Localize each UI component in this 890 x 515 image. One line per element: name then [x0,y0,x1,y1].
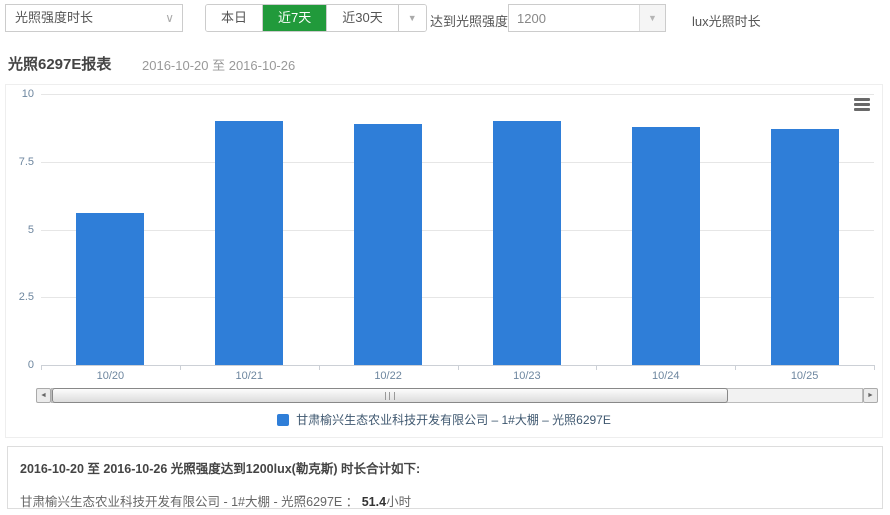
threshold-dropdown-arrow[interactable]: ▼ [639,5,665,31]
y-gridline [41,94,874,95]
bar-10/22[interactable] [354,124,422,365]
scrollbar-left-arrow-icon[interactable]: ◄ [36,388,51,403]
scrollbar-right-arrow-icon[interactable]: ► [863,388,878,403]
x-axis-tick-label: 10/22 [348,370,428,382]
threshold-input[interactable] [509,5,639,31]
summary-total-hours: 51.4 [362,495,386,509]
unit-label: lux光照时长 [692,11,761,30]
summary-heading: 2016-10-20 至 2016-10-26 光照强度达到1200lux(勒克… [20,458,870,477]
legend-label: 甘肃榆兴生态农业科技开发有限公司 – 1#大棚 – 光照6297E [296,411,611,428]
x-axis-line [41,365,874,366]
bar-chart: 0 2.5 5 7.5 10 10/20 10/21 10/22 10/23 10/24 10/25… [5,84,883,438]
caret-down-icon: ▼ [648,13,657,23]
date-range: 2016-10-20 至 2016-10-26 [142,55,295,74]
x-axis-tick-label: 10/23 [487,370,567,382]
x-axis-tick-mark [874,365,875,370]
range-button-group: 本日 近7天 近30天 ▼ [205,4,427,32]
toolbar: 光照强度时长 ∨ 本日 近7天 近30天 ▼ 达到光照强度 ▼ lux光照时长 [0,0,890,44]
threshold-label: 达到光照强度 [430,11,508,30]
page-title: 光照6297E报表 [8,53,111,74]
chart-scrollbar: ◄ ► [36,388,878,403]
scrollbar-grip-icon [385,392,395,400]
summary-unit: 小时 [386,495,411,509]
bar-10/25[interactable] [771,129,839,365]
bar-10/20[interactable] [76,213,144,365]
bar-10/23[interactable] [493,121,561,365]
range-button-30days[interactable]: 近30天 [327,5,398,31]
bar-10/24[interactable] [632,127,700,365]
y-axis-tick-label: 7.5 [6,156,34,168]
chevron-down-icon: ∨ [165,5,174,31]
range-button-7days[interactable]: 近7天 [263,5,327,31]
y-gridline [41,230,874,231]
summary-panel: 2016-10-20 至 2016-10-26 光照强度达到1200lux(勒克… [7,446,883,509]
summary-series-name: 甘肃榆兴生态农业科技开发有限公司 - 1#大棚 - 光照6297E ： [20,495,362,509]
y-axis-tick-label: 10 [6,88,34,100]
metric-select[interactable]: 光照强度时长 ∨ [5,4,183,32]
y-axis-tick-label: 2.5 [6,291,34,303]
summary-detail: 甘肃榆兴生态农业科技开发有限公司 - 1#大棚 - 光照6297E ： 51.4… [20,491,870,510]
y-gridline [41,297,874,298]
legend-marker-icon [277,414,289,426]
scrollbar-thumb[interactable] [52,388,728,403]
x-axis-tick-label: 10/24 [626,370,706,382]
metric-select-value: 光照强度时长 [15,10,93,25]
y-axis-tick-label: 5 [6,224,34,236]
y-gridline [41,162,874,163]
threshold-input-box: ▼ [508,4,666,32]
report-header: 光照6297E报表 2016-10-20 至 2016-10-26 [0,48,890,78]
bar-10/21[interactable] [215,121,283,365]
range-more-dropdown[interactable]: ▼ [399,5,426,31]
x-axis-tick-label: 10/20 [70,370,150,382]
chart-menu-icon[interactable] [854,98,870,113]
y-axis-tick-label: 0 [6,359,34,371]
x-axis-tick-label: 10/25 [765,370,845,382]
range-button-today[interactable]: 本日 [206,5,263,31]
caret-down-icon: ▼ [408,13,417,23]
x-axis-tick-label: 10/21 [209,370,289,382]
legend-item[interactable]: 甘肃榆兴生态农业科技开发有限公司 – 1#大棚 – 光照6297E [6,411,882,428]
